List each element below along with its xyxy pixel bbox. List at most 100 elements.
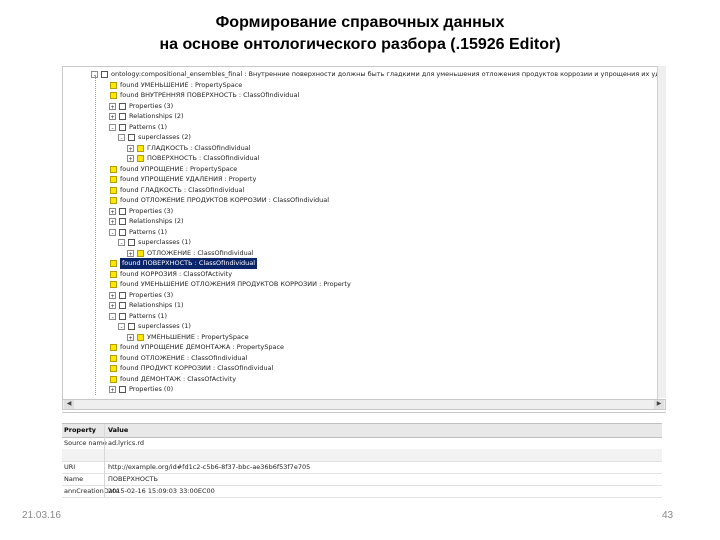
expand-icon[interactable]: + [109,102,116,111]
property-table-header: Property Value [62,423,662,438]
scroll-left-arrow-icon[interactable]: ◀ [64,400,74,409]
expand-icon[interactable]: + [109,113,116,121]
expand-icon[interactable]: + [127,333,134,342]
folder-node-icon [128,239,135,246]
class-node-icon [110,81,117,89]
folder-node-icon [119,228,126,236]
tree-node[interactable]: found ГЛАДКОСТЬ : ClassOfIndividual [100,185,244,196]
class-node-icon [110,344,117,351]
property-value: http://example.org/id#fd1c2-c5b6-8f37-bb… [108,463,311,471]
class-node-icon [110,176,117,183]
expand-icon[interactable]: + [127,249,134,258]
tree-node[interactable]: found ПОВЕРХНОСТЬ : ClassOfIndividual [100,258,258,269]
class-node-icon [110,165,117,173]
tree-node[interactable]: + УМЕНЬШЕНИЕ : PropertySpace [127,332,249,343]
property-value: 2015-02-16 15:09:03 33:00EC00 [108,487,215,495]
tree-node[interactable]: found ДЕМОНТАЖ : ClassOfActivity [100,374,236,385]
expand-icon[interactable]: + [109,218,116,226]
ontology-tree-panel[interactable]: - ontology:compositional_ensembles_final … [62,66,658,400]
tree-node[interactable]: found УМЕНЬШЕНИЕ : PropertySpace [100,80,242,91]
folder-node-icon [119,312,126,320]
horizontal-scrollbar[interactable]: ◀ ▶ [62,399,666,410]
tree-node-label: ОТЛОЖЕНИЕ : ClassOfIndividual [147,248,254,257]
leaf-connector-icon [100,166,107,173]
tree-node-label: ГЛАДКОСТЬ : ClassOfIndividual [147,143,251,152]
tree-node[interactable]: found УПРОЩЕНИЕ ДЕМОНТАЖА : PropertySpac… [100,342,284,353]
tree-node[interactable]: + Properties (3) [109,290,173,301]
slide-title-line-2: на основе онтологического разбора (.1592… [159,36,561,53]
tree-node-label: found ГЛАДКОСТЬ : ClassOfIndividual [120,185,245,194]
tree-node[interactable]: found ОТЛОЖЕНИЕ ПРОДУКТОВ КОРРОЗИИ : Cla… [100,195,329,206]
tree-node[interactable]: + ГЛАДКОСТЬ : ClassOfIndividual [127,143,251,154]
expand-icon[interactable]: + [109,302,116,310]
folder-node-icon [119,291,126,299]
tree-node[interactable]: + Properties (0) [109,384,173,395]
leaf-connector-icon [100,82,107,89]
property-row[interactable]: annCreationDate 2015-02-16 15:09:03 33:00… [62,485,662,498]
collapse-icon[interactable]: - [109,228,116,237]
tree-node[interactable]: - Patterns (1) [109,122,167,133]
tree-node[interactable]: found ОТЛОЖЕНИЕ : ClassOfIndividual [100,353,247,364]
expand-icon[interactable]: + [109,207,116,216]
tree-node[interactable]: found УПРОЩЕНИЕ : PropertySpace [100,164,237,175]
editor-screenshot: - ontology:compositional_ensembles_final … [62,66,666,508]
tree-node[interactable]: + Relationships (2) [109,111,184,122]
leaf-connector-icon [100,197,107,204]
tree-node-label: found УПРОЩЕНИЕ УДАЛЕНИЯ : Property [120,175,257,183]
folder-node-icon [119,302,126,309]
vertical-scrollbar[interactable] [657,66,666,398]
property-column-header[interactable]: Property [64,424,96,437]
class-node-icon [110,92,117,99]
tree-node[interactable]: + ПОВЕРХНОСТЬ : ClassOfIndividual [127,153,259,164]
tree-node[interactable]: + ОТЛОЖЕНИЕ : ClassOfIndividual [127,248,254,259]
tree-node-label: Properties (3) [129,290,174,299]
tree-node[interactable]: - superclasses (1) [118,237,191,248]
folder-node-icon [119,386,126,393]
tree-node[interactable]: found КОРРОЗИЯ : ClassOfActivity [100,269,232,280]
tree-node-label: Relationships (2) [129,112,184,120]
collapse-icon[interactable]: - [118,239,125,247]
collapse-icon[interactable]: - [118,323,125,331]
tree-node-label: found ВНУТРЕННЯЯ ПОВЕРХНОСТЬ : ClassOfIn… [120,91,300,99]
collapse-icon[interactable]: - [118,134,125,142]
tree-node[interactable]: + Relationships (1) [109,300,184,311]
tree-node-label: found ОТЛОЖЕНИЕ ПРОДУКТОВ КОРРОЗИИ : Cla… [120,196,330,204]
folder-node-icon [119,123,126,131]
tree-node-label: Properties (3) [129,101,174,110]
slide-page-number: 43 [662,510,674,521]
property-name: Source name [64,439,107,447]
folder-node-icon [119,218,126,225]
collapse-icon[interactable]: - [109,312,116,321]
tree-node[interactable]: - superclasses (2) [118,132,191,143]
tree-node[interactable]: + Properties (3) [109,101,173,112]
leaf-connector-icon [100,271,107,278]
leaf-connector-icon [100,176,107,183]
tree-node[interactable]: found ПРОДУКТ КОРРОЗИИ : ClassOfIndividu… [100,363,273,374]
class-node-icon [110,375,117,383]
class-node-icon [137,249,144,257]
tree-node-label: found ОТЛОЖЕНИЕ : ClassOfIndividual [120,353,248,362]
value-column-header[interactable]: Value [108,424,128,437]
expand-icon[interactable]: + [127,155,134,163]
class-node-icon [110,270,117,278]
tree-node[interactable]: - Patterns (1) [109,227,167,238]
tree-node[interactable]: found УМЕНЬШЕНИЕ ОТЛОЖЕНИЯ ПРОДУКТОВ КОР… [100,279,351,290]
tree-node[interactable]: found УПРОЩЕНИЕ УДАЛЕНИЯ : Property [100,174,256,185]
tree-node[interactable]: - superclasses (1) [118,321,191,332]
scroll-right-arrow-icon[interactable]: ▶ [654,400,664,409]
property-name: Name [64,475,84,483]
leaf-connector-icon [100,344,107,351]
tree-node[interactable]: - ontology:compositional_ensembles_final … [91,69,657,80]
tree-node-label: found ДЕМОНТАЖ : ClassOfActivity [120,374,237,383]
expand-icon[interactable]: + [109,386,116,394]
tree-node[interactable]: found ВНУТРЕННЯЯ ПОВЕРХНОСТЬ : ClassOfIn… [100,90,299,101]
class-node-icon [110,354,117,362]
collapse-icon[interactable]: - [109,123,116,132]
tree-node[interactable]: + Relationships (2) [109,216,184,227]
class-node-icon [110,281,117,288]
expand-icon[interactable]: + [109,291,116,300]
tree-node-label: Patterns (1) [129,311,168,320]
tree-node[interactable]: + Properties (3) [109,206,173,217]
expand-icon[interactable]: + [127,144,134,153]
tree-node[interactable]: - Patterns (1) [109,311,167,322]
